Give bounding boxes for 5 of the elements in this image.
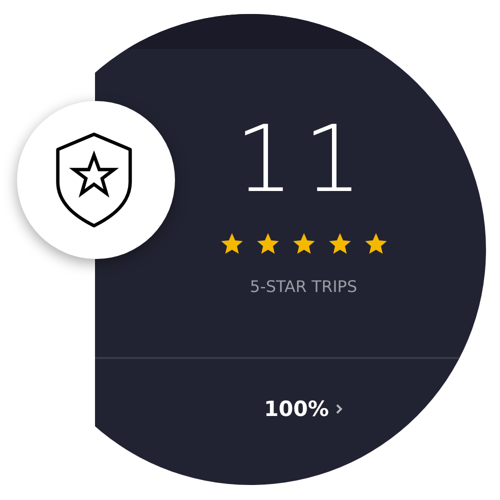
percentage-link[interactable]: 100% <box>264 397 343 421</box>
chevron-icon <box>334 403 343 415</box>
caption: 5-STAR TRIPS <box>250 277 358 297</box>
shield-star-icon <box>54 132 134 228</box>
trip-count: 11 <box>234 111 372 209</box>
